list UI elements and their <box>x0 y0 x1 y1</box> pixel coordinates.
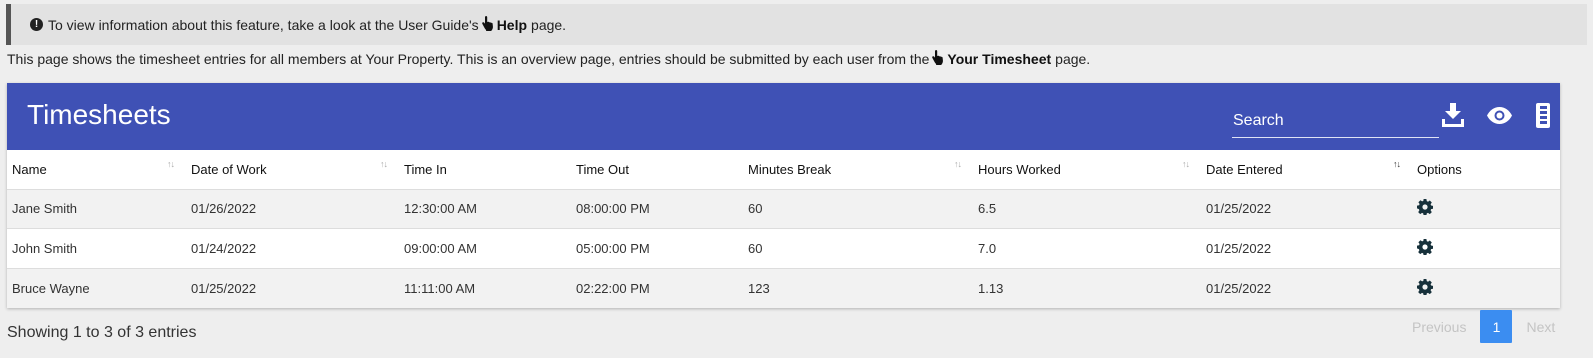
cell-time-in: 09:00:00 AM <box>399 228 571 269</box>
table-info: Showing 1 to 3 of 3 entries <box>7 324 197 341</box>
column-header-date-of-work[interactable]: Date of Work ↑↓ <box>186 150 399 190</box>
column-header-options: Options <box>1412 150 1560 190</box>
column-label: Options <box>1417 161 1462 177</box>
card-header: Timesheets <box>7 83 1560 150</box>
search-field <box>1232 105 1439 138</box>
cell-hours-worked: 1.13 <box>978 280 1004 296</box>
cell-time-in: 12:30:00 AM <box>399 189 571 229</box>
intro-text: This page shows the timesheet entries fo… <box>7 50 1090 68</box>
column-label: Name <box>12 161 47 177</box>
cell-date-entered: 01/25/2022 <box>1206 280 1272 296</box>
timesheets-table: Name ↑↓ Date of Work ↑↓ Time In Time Out M… <box>7 150 1560 308</box>
cell-time-out: 08:00:00 PM <box>571 189 743 229</box>
cell-time-out: 02:22:00 PM <box>576 280 650 296</box>
gear-icon[interactable] <box>1417 278 1434 298</box>
cell-hours-worked: 7.0 <box>973 228 1201 269</box>
cell-date-of-work: 01/26/2022 <box>186 189 399 229</box>
pointing-hand-icon <box>932 50 944 68</box>
cell-minutes-break: 60 <box>743 189 973 229</box>
pointing-hand-icon <box>481 15 494 34</box>
cell-name: John Smith <box>7 228 186 269</box>
column-label: Date Entered <box>1206 161 1283 177</box>
gear-icon[interactable] <box>1417 238 1434 258</box>
card-title: Timesheets <box>27 99 171 130</box>
table-row: Jane Smith 01/26/2022 12:30:00 AM 08:00:… <box>7 189 1560 229</box>
eye-icon[interactable] <box>1487 107 1512 129</box>
pagination: Previous 1 Next <box>1403 310 1564 343</box>
cell-minutes-break: 60 <box>743 228 973 269</box>
cell-options <box>1412 189 1560 229</box>
cell-time-in: 11:11:00 AM <box>404 280 476 296</box>
column-label: Time Out <box>576 161 629 177</box>
column-label: Time In <box>404 161 447 177</box>
alert-text-end: page. <box>531 16 567 33</box>
sort-icon: ↑↓ <box>380 159 388 169</box>
exclamation-circle-icon: ! <box>30 18 43 31</box>
columns-icon[interactable] <box>1536 103 1550 133</box>
cell-date-entered: 01/25/2022 <box>1201 228 1412 269</box>
table-header-row: Name ↑↓ Date of Work ↑↓ Time In Time Out M… <box>7 150 1560 190</box>
cell-name: Bruce Wayne <box>12 280 90 296</box>
cell-options <box>1412 268 1560 308</box>
your-timesheet-link[interactable]: Your Timesheet <box>947 51 1051 67</box>
search-input[interactable] <box>1232 105 1439 137</box>
sort-icon: ↑↓ <box>954 159 962 169</box>
alert-text: To view information about this feature, … <box>48 16 479 33</box>
cell-time-out: 05:00:00 PM <box>571 228 743 269</box>
column-header-time-in: Time In <box>399 150 571 190</box>
cell-date-of-work: 01/24/2022 <box>186 228 399 269</box>
sort-icon: ↑↓ <box>167 159 175 169</box>
column-label: Minutes Break <box>748 161 832 177</box>
sort-icon: ↑↓ <box>1182 159 1190 169</box>
cell-options <box>1412 228 1560 269</box>
timesheets-card: Timesheets Name ↑↓ Date of Work ↑↓ Time In… <box>7 83 1560 308</box>
cell-minutes-break: 123 <box>748 280 770 296</box>
info-alert: ! To view information about this feature… <box>6 4 1587 45</box>
help-link[interactable]: Help <box>497 17 527 33</box>
page-1-button[interactable]: 1 <box>1480 310 1513 343</box>
intro-text-end: page. <box>1055 51 1091 67</box>
cell-hours-worked: 6.5 <box>973 189 1201 229</box>
column-label: Date of Work <box>191 161 267 177</box>
column-header-minutes-break[interactable]: Minutes Break ↑↓ <box>743 150 973 190</box>
column-header-hours-worked[interactable]: Hours Worked ↑↓ <box>973 150 1201 190</box>
cell-date-entered: 01/25/2022 <box>1201 189 1412 229</box>
previous-button[interactable]: Previous <box>1403 319 1475 335</box>
cell-name: Jane Smith <box>7 189 186 229</box>
cell-date-of-work: 01/25/2022 <box>191 280 257 296</box>
intro-text-start: This page shows the timesheet entries fo… <box>7 51 930 67</box>
column-header-name[interactable]: Name ↑↓ <box>7 150 186 190</box>
column-label: Hours Worked <box>978 161 1061 177</box>
gear-icon[interactable] <box>1417 199 1434 218</box>
column-header-date-entered[interactable]: Date Entered ↑↓ <box>1201 150 1412 190</box>
sort-desc-icon: ↑↓ <box>1393 159 1401 169</box>
table-row: Bruce Wayne 01/25/2022 11:11:00 AM 02:22… <box>7 268 1560 308</box>
table-row: John Smith 01/24/2022 09:00:00 AM 05:00:… <box>7 228 1560 269</box>
download-icon[interactable] <box>1442 103 1464 132</box>
column-header-time-out: Time Out <box>571 150 743 190</box>
next-button[interactable]: Next <box>1517 319 1564 335</box>
